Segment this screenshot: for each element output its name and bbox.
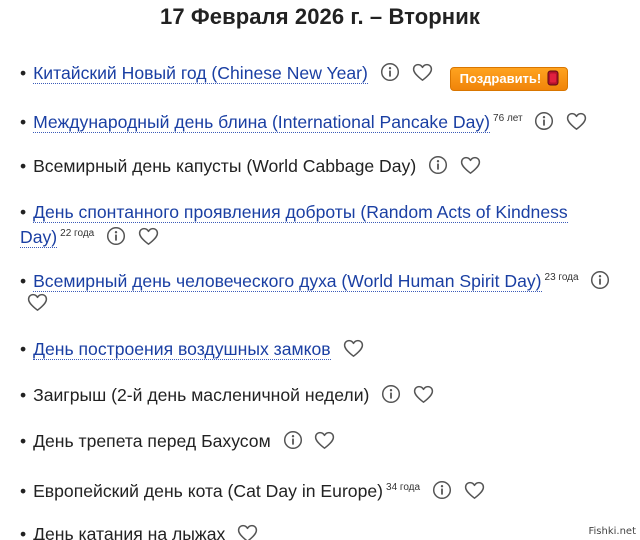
holiday-item: • Китайский Новый год (Chinese New Year)…	[20, 62, 634, 91]
holiday-item: • Всемирный день человеческого духа (Wor…	[20, 267, 636, 314]
holiday-item: • Заигрыш (2-й день масленичной недели)	[20, 384, 634, 406]
bullet: •	[20, 339, 27, 359]
years-badge: 22 года	[60, 228, 95, 239]
info-circle-icon[interactable]	[283, 430, 303, 450]
info-circle-icon[interactable]	[534, 111, 554, 131]
holiday-link[interactable]: День спонтанного проявления доброты (Ran…	[20, 202, 568, 248]
congratulate-button[interactable]: Поздравить!	[449, 67, 569, 93]
bullet: •	[20, 156, 27, 176]
holiday-item: • День спонтанного проявления доброты (R…	[20, 201, 620, 248]
heart-outline-icon[interactable]	[237, 524, 258, 540]
holiday-item: • День построения воздушных замков	[20, 338, 634, 360]
info-circle-icon[interactable]	[590, 270, 610, 290]
bullet: •	[20, 271, 27, 291]
bullet: •	[20, 481, 27, 501]
years-badge: 23 года	[544, 272, 579, 283]
page-title: 17 Февраля 2026 г. – Вторник	[160, 4, 480, 29]
heart-outline-icon[interactable]	[464, 481, 485, 500]
bullet: •	[20, 385, 27, 405]
info-circle-icon[interactable]	[381, 384, 401, 404]
holiday-link[interactable]: Международный день блина (International …	[33, 112, 491, 133]
holiday-link[interactable]: Китайский Новый год (Chinese New Year)	[33, 63, 368, 84]
heart-outline-icon[interactable]	[27, 293, 48, 312]
holiday-name: День катания на лыжах	[33, 524, 226, 540]
holiday-name: Заигрыш (2-й день масленичной недели)	[33, 385, 370, 405]
holiday-item: • День катания на лыжах	[20, 523, 634, 540]
info-circle-icon[interactable]	[380, 62, 400, 82]
heart-outline-icon[interactable]	[413, 385, 434, 404]
heart-outline-icon[interactable]	[343, 339, 364, 358]
holiday-calendar-page: 17 Февраля 2026 г. – Вторник • Китайский…	[0, 0, 640, 540]
heart-outline-icon[interactable]	[314, 431, 335, 450]
watermark: Fishki.net	[588, 526, 636, 537]
holiday-item: • Всемирный день капусты (World Cabbage …	[20, 155, 634, 177]
bullet: •	[20, 63, 27, 83]
holiday-link[interactable]: День построения воздушных замков	[33, 339, 331, 360]
years-badge: 34 года	[386, 482, 421, 493]
heart-outline-icon[interactable]	[566, 112, 587, 131]
bullet: •	[20, 431, 27, 451]
gift-card-icon	[545, 70, 561, 93]
holiday-name: День трепета перед Бахусом	[33, 431, 271, 451]
info-circle-icon[interactable]	[428, 155, 448, 175]
heart-outline-icon[interactable]	[460, 156, 481, 175]
heart-outline-icon[interactable]	[412, 63, 433, 82]
holiday-name: Всемирный день капусты (World Cabbage Da…	[33, 156, 417, 176]
info-circle-icon[interactable]	[432, 480, 452, 500]
congratulate-button-label: Поздравить!	[459, 71, 542, 86]
bullet: •	[20, 112, 27, 132]
holiday-name: Европейский день кота (Cat Day in Europe…	[33, 481, 384, 501]
bullet: •	[20, 524, 27, 540]
holiday-item: • День трепета перед Бахусом	[20, 430, 634, 452]
bullet: •	[20, 202, 27, 222]
heart-outline-icon[interactable]	[138, 227, 159, 246]
years-badge: 76 лет	[493, 113, 523, 124]
holiday-item: • Международный день блина (Internationa…	[20, 108, 634, 133]
info-circle-icon[interactable]	[106, 226, 126, 246]
holiday-link[interactable]: Всемирный день человеческого духа (World…	[33, 271, 542, 292]
holiday-item: • Европейский день кота (Cat Day in Euro…	[20, 477, 634, 502]
